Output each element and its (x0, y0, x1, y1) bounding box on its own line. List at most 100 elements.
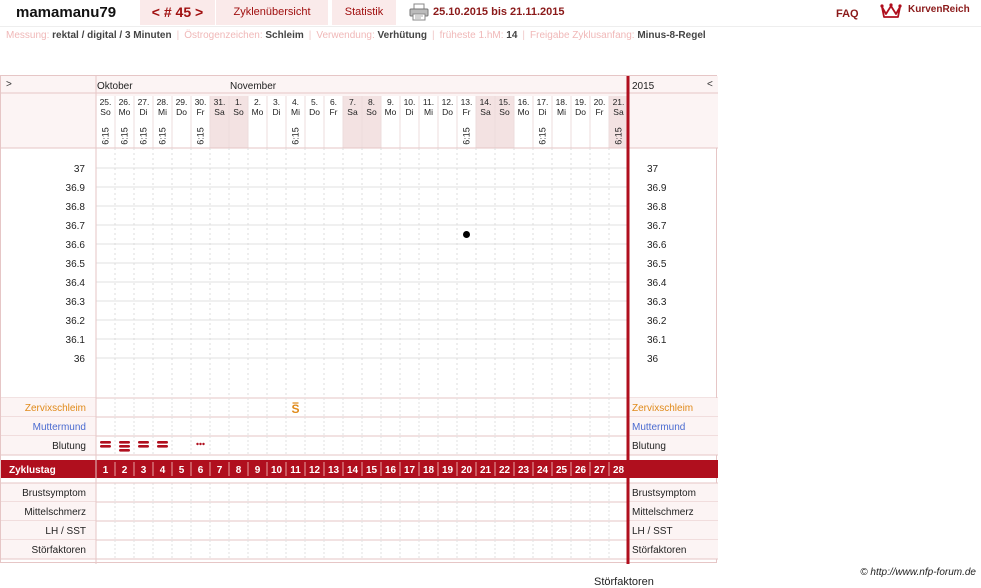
printer-icon[interactable] (409, 3, 429, 21)
temp-point (463, 231, 470, 238)
temp-tick-right: 36.3 (647, 297, 667, 308)
prev-cycle-button[interactable]: < (152, 4, 160, 20)
day-weekday: Mo (119, 107, 131, 117)
cycle-day-number: 7 (217, 465, 223, 476)
row-label-right: Zervixschleim (632, 403, 693, 414)
day-date: 14. (480, 97, 492, 107)
temp-tick-left: 36.4 (66, 278, 86, 289)
faq-link[interactable]: FAQ (836, 8, 859, 20)
cycle-day-number: 20 (461, 465, 473, 476)
day-weekday: Do (309, 107, 320, 117)
cycle-day-number: 19 (442, 465, 454, 476)
separator: | (431, 30, 435, 41)
day-weekday: Mi (424, 107, 433, 117)
next-cycle-button[interactable]: > (195, 4, 203, 20)
cycle-day-number: 22 (499, 465, 511, 476)
bleeding-spot (196, 442, 199, 446)
temp-tick-right: 36 (647, 354, 659, 365)
day-date: 1. (235, 97, 242, 107)
cycle-day-number: 26 (575, 465, 587, 476)
bleeding-mark (157, 445, 168, 448)
row-label-left: LH / SST (45, 526, 86, 537)
day-weekday: Sa (214, 107, 225, 117)
cycle-day-number: 13 (328, 465, 340, 476)
measure-time: 6:15 (101, 127, 111, 145)
day-date: 7. (349, 97, 356, 107)
day-weekday: Di (405, 107, 413, 117)
stoerfaktoren-overflow-label: Störfaktoren (594, 576, 654, 588)
day-weekday: Do (575, 107, 586, 117)
cycle-day-number: 9 (255, 465, 261, 476)
date-range: 25.10.2015 bis 21.11.2015 (433, 6, 565, 18)
temp-tick-right: 36.7 (647, 221, 667, 232)
row-label-right: Brustsymptom (632, 488, 696, 499)
day-weekday: Di (139, 107, 147, 117)
day-weekday: Mi (557, 107, 566, 117)
cycle-day-number: 15 (366, 465, 378, 476)
cycle-day-number: 14 (347, 465, 359, 476)
row-label-left: Mittelschmerz (24, 507, 86, 518)
day-date: 4. (292, 97, 299, 107)
cycle-day-number: 28 (613, 465, 625, 476)
temp-tick-right: 36.6 (647, 240, 667, 251)
measure-time: 6:15 (139, 127, 149, 145)
row-label-left: Brustsymptom (22, 488, 86, 499)
day-weekday: Mo (518, 107, 530, 117)
measure-time: 6:15 (614, 127, 624, 145)
setting-value: 14 (506, 30, 518, 41)
separator: | (176, 30, 180, 41)
bleeding-mark (119, 441, 130, 444)
temp-tick-left: 36.5 (66, 259, 86, 270)
bleeding-mark (138, 445, 149, 448)
temp-tick-left: 36.7 (66, 221, 86, 232)
temp-tick-left: 36.1 (66, 335, 86, 346)
day-date: 27. (138, 97, 150, 107)
day-date: 31. (214, 97, 226, 107)
cycle-day-number: 5 (179, 465, 185, 476)
day-date: 18. (556, 97, 568, 107)
nav-right-button[interactable]: < (707, 79, 713, 90)
year-label: 2015 (632, 81, 655, 92)
day-date: 5. (311, 97, 318, 107)
temp-tick-left: 36.9 (66, 183, 86, 194)
day-weekday: Mo (252, 107, 264, 117)
bleeding-mark (100, 441, 111, 444)
day-date: 29. (176, 97, 188, 107)
cycle-day-number: 8 (236, 465, 242, 476)
day-weekday: Fr (595, 107, 603, 117)
bleeding-mark (100, 445, 111, 448)
cycle-day-number: 24 (537, 465, 549, 476)
cycle-overview-button[interactable]: Zyklenübersicht (216, 0, 328, 25)
day-weekday: So (499, 107, 510, 117)
day-date: 30. (195, 97, 207, 107)
cycle-chart: > < Oktober November 2015 25. So 6:15 26. Mo 6:15 2… (0, 75, 718, 564)
day-date: 9. (387, 97, 394, 107)
day-weekday: Di (272, 107, 280, 117)
day-weekday: So (100, 107, 111, 117)
measure-time: 6:15 (196, 127, 206, 145)
cycle-day-number: 21 (480, 465, 492, 476)
day-date: 2. (254, 97, 261, 107)
day-date: 10. (404, 97, 416, 107)
cycle-navigator: < # 45 > (140, 0, 215, 25)
temp-tick-right: 36.9 (647, 183, 667, 194)
cycle-day-label: Zyklustag (9, 465, 56, 476)
day-weekday: Mi (158, 107, 167, 117)
day-weekday: Fr (462, 107, 470, 117)
temp-tick-left: 36.8 (66, 202, 86, 213)
month-label: November (230, 81, 277, 92)
cycle-day-number: 12 (309, 465, 321, 476)
brand-name[interactable]: KurvenReich (908, 4, 970, 15)
day-date: 28. (157, 97, 169, 107)
setting-value: rektal / digital / 3 Minuten (52, 30, 172, 41)
nav-left-button[interactable]: > (6, 79, 12, 90)
day-weekday: Fr (329, 107, 337, 117)
bleeding-mark (157, 441, 168, 444)
temp-tick-left: 36 (74, 354, 86, 365)
mucus-symbol: S (291, 402, 299, 416)
day-date: 15. (499, 97, 511, 107)
statistics-button[interactable]: Statistik (332, 0, 396, 25)
temp-tick-left: 36.2 (66, 316, 86, 327)
day-date: 6. (330, 97, 337, 107)
temp-tick-left: 36.3 (66, 297, 86, 308)
